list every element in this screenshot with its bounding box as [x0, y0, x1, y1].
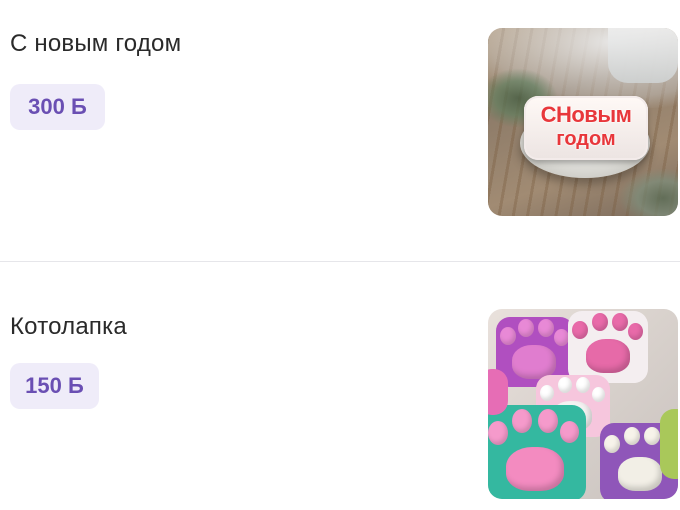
product-title: С новым годом	[10, 30, 182, 57]
soap-photo: СНовым годом	[488, 28, 678, 216]
divider	[0, 261, 680, 262]
product-title: Котолапка	[10, 313, 127, 340]
soap-bar: СНовым годом	[524, 96, 648, 160]
product-card[interactable]: С новым годом 300 Б СНовым годом	[0, 0, 680, 262]
price-badge: 300 Б	[10, 84, 105, 130]
soap-text-line2: годом	[556, 128, 616, 150]
product-card[interactable]: Котолапка 150 Б	[0, 263, 680, 510]
product-image[interactable]: СНовым годом	[488, 28, 678, 216]
price-badge: 150 Б	[10, 363, 99, 409]
soap-text-line1: СНовым	[540, 102, 632, 127]
product-list: С новым годом 300 Б СНовым годом Котолап…	[0, 0, 680, 510]
paw-soaps-photo	[488, 309, 678, 499]
product-image[interactable]	[488, 309, 678, 499]
